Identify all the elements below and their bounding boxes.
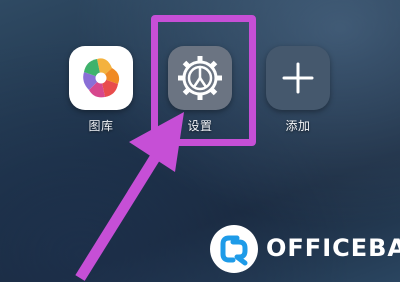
officeba-logo-icon xyxy=(210,225,258,273)
watermark: OFFICEBA xyxy=(206,222,400,282)
watermark-text: OFFICEBA xyxy=(266,234,400,262)
